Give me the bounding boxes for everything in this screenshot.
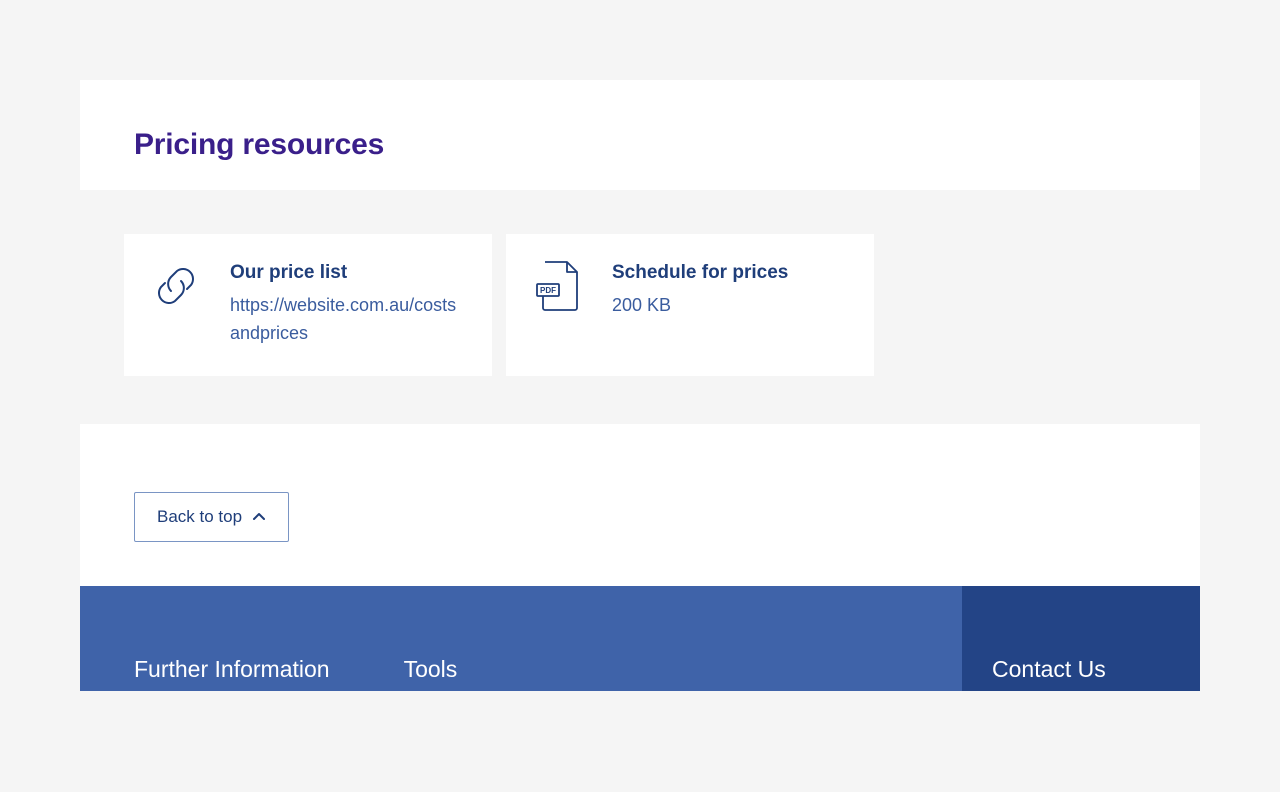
svg-text:PDF: PDF [540,286,556,295]
card-text: Schedule for prices 200 KB [612,260,848,320]
link-icon [150,260,202,312]
section-title: Pricing resources [134,128,1146,162]
card-subtitle: 200 KB [612,292,848,320]
card-subtitle: https://website.com.au/costsandprices [230,292,466,348]
back-to-top-button[interactable]: Back to top [134,492,289,542]
footer-heading-contact[interactable]: Contact Us [992,656,1200,683]
footer-heading-tools[interactable]: Tools [404,656,458,691]
back-to-top-label: Back to top [157,507,242,527]
resource-card-link[interactable]: Our price list https://website.com.au/co… [124,234,492,376]
footer-right: Contact Us [962,586,1200,691]
footer: Further Information Tools Contact Us [80,586,1200,691]
resources-panel: Our price list https://website.com.au/co… [80,190,1200,424]
footer-heading-further-info[interactable]: Further Information [134,656,330,691]
back-to-top-section: Back to top [80,424,1200,586]
card-title: Schedule for prices [612,262,848,284]
section-header: Pricing resources [80,80,1200,190]
chevron-up-icon [252,510,266,524]
footer-left: Further Information Tools [80,586,962,691]
pdf-file-icon: PDF [532,260,584,312]
page-container: Pricing resources Our price list https:/… [80,80,1200,691]
resource-card-pdf[interactable]: PDF Schedule for prices 200 KB [506,234,874,376]
card-text: Our price list https://website.com.au/co… [230,260,466,348]
card-title: Our price list [230,262,466,284]
